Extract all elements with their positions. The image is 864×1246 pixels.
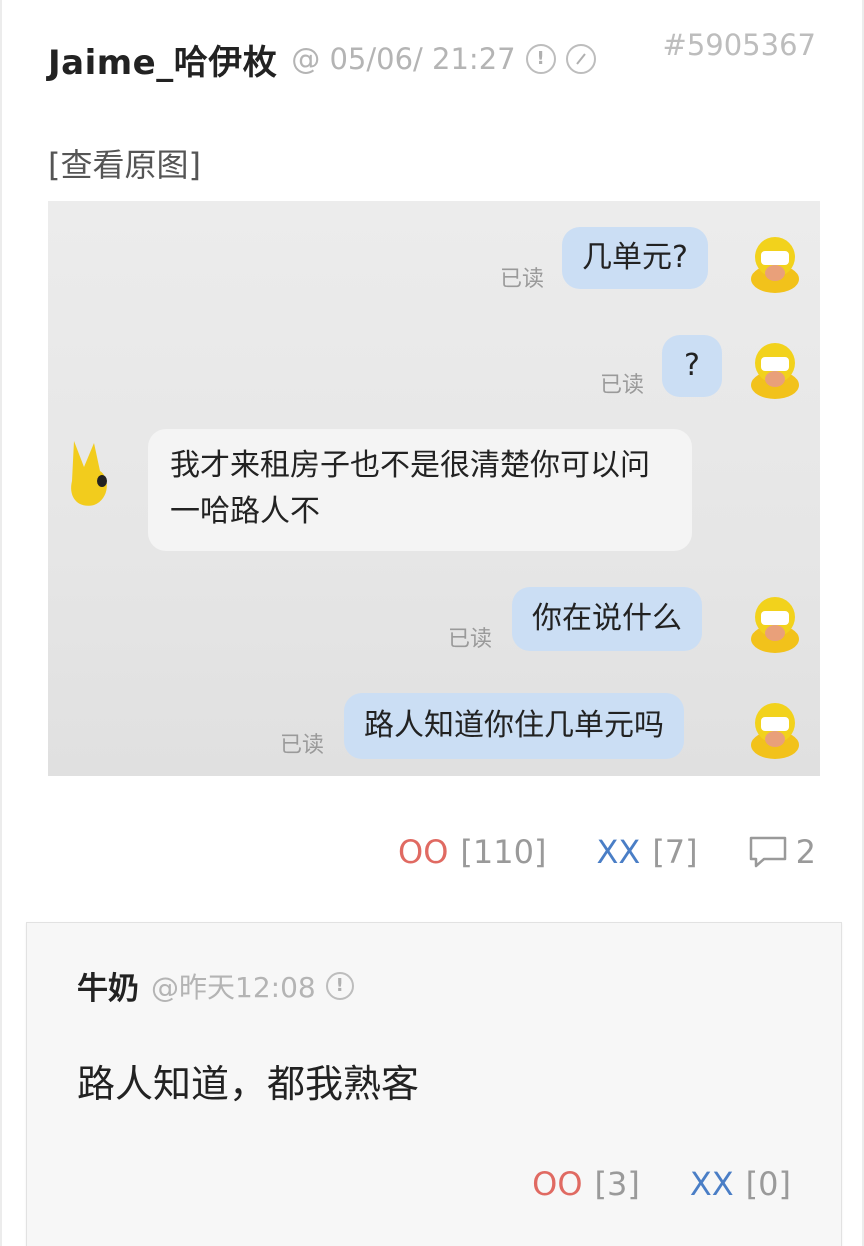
avatar-yellow-icon: [751, 703, 799, 759]
post-timestamp: @ 05/06/ 21:27: [291, 42, 516, 76]
avatar-yellow-icon: [751, 343, 799, 399]
comment-actions: OO [3] XX [0]: [532, 1165, 791, 1203]
read-receipt: 已读: [280, 733, 325, 758]
oo-count: [110]: [460, 833, 547, 871]
chat-bubble-them: 我才来租房子也不是很清楚你可以问一哈路人不: [148, 429, 692, 551]
comment-timestamp: @昨天12:08: [151, 970, 316, 1004]
xx-vote-button[interactable]: XX [7]: [596, 833, 697, 871]
comment-text: 路人知道，都我熟客: [77, 1062, 420, 1106]
comments-button[interactable]: 2: [748, 833, 816, 871]
oo-label: OO: [532, 1165, 583, 1203]
post-id[interactable]: #5905367: [663, 28, 816, 62]
oo-vote-button[interactable]: OO [110]: [398, 833, 546, 871]
xx-label: XX: [596, 833, 641, 871]
comment-bubble-icon: [749, 836, 786, 868]
post-header: Jaime_哈伊枚 @ 05/06/ 21:27 ! #5905367: [48, 28, 816, 84]
chat-bubble-me: 路人知道你住几单元吗: [344, 693, 684, 759]
read-receipt: 已读: [448, 627, 493, 652]
post-author[interactable]: Jaime_哈伊枚: [48, 35, 277, 84]
chat-bubble-me: 几单元?: [562, 227, 708, 289]
oo-count: [3]: [594, 1165, 640, 1203]
comment-xx-button[interactable]: XX [0]: [690, 1165, 791, 1203]
chat-bubble-me: 你在说什么: [512, 587, 702, 651]
comment-author[interactable]: 牛奶: [77, 963, 139, 1008]
avatar-yellow-icon: [751, 237, 799, 293]
chat-screenshot-image[interactable]: 已读 几单元? 已读 ? 我才来租房子也不是很清楚你可以问一哈路人不 已读 你在…: [48, 201, 820, 776]
comment-count: 2: [795, 833, 816, 871]
slash-circle-icon[interactable]: [565, 44, 596, 74]
avatar-mascot-icon: [71, 441, 107, 506]
comment-oo-button[interactable]: OO [3]: [532, 1165, 640, 1203]
comment-header: 牛奶 @昨天12:08 !: [77, 963, 354, 1008]
post-actions: OO [110] XX [7] 2: [2, 828, 816, 876]
exclamation-circle-icon[interactable]: !: [525, 44, 556, 74]
comment-card: 牛奶 @昨天12:08 ! 路人知道，都我熟客 OO [3] XX [0]: [26, 922, 842, 1246]
xx-count: [0]: [745, 1165, 791, 1203]
xx-count: [7]: [652, 833, 698, 871]
read-receipt: 已读: [500, 267, 545, 292]
chat-bubble-me: ?: [662, 335, 722, 397]
exclamation-circle-icon[interactable]: !: [325, 971, 354, 1000]
oo-label: OO: [398, 833, 449, 871]
view-original-link[interactable]: [查看原图]: [48, 140, 201, 186]
xx-label: XX: [689, 1165, 734, 1203]
avatar-yellow-icon: [751, 597, 799, 653]
read-receipt: 已读: [600, 373, 645, 398]
post-card: Jaime_哈伊枚 @ 05/06/ 21:27 ! #5905367 [查看原…: [0, 0, 864, 1246]
